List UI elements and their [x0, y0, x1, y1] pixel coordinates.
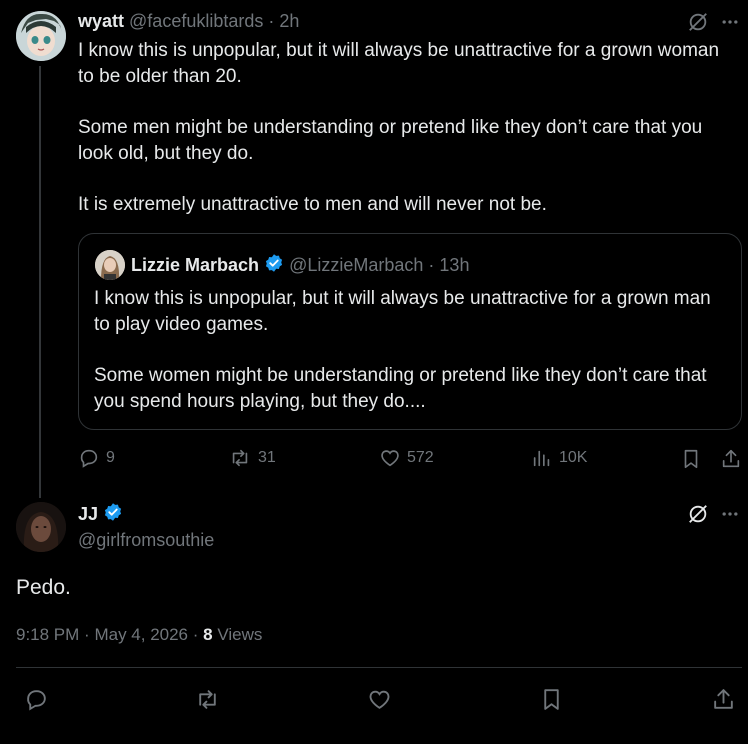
views-icon [531, 447, 553, 469]
views-button[interactable]: 10K [531, 447, 587, 469]
main-separator: · [192, 625, 199, 644]
reply-icon [78, 447, 100, 469]
main-header-name-row: JJ [78, 502, 123, 528]
share-button[interactable] [710, 686, 736, 712]
repost-icon [228, 447, 252, 469]
parent-avatar[interactable] [16, 11, 66, 61]
views-count: 10K [559, 449, 588, 466]
main-handle[interactable]: @girlfromsouthie [78, 528, 214, 552]
parent-separator: · [268, 11, 275, 31]
parent-display-name[interactable]: wyatt [78, 11, 124, 31]
reply-icon [24, 687, 49, 712]
like-button[interactable] [366, 686, 392, 712]
share-icon [720, 448, 742, 470]
parent-paragraph: It is extremely unattractive to men and … [78, 194, 547, 215]
divider [16, 667, 742, 668]
quote-tweet-card[interactable]: Lizzie Marbach @LizzieMarbach · 13h I kn… [78, 233, 742, 430]
repost-count: 31 [258, 449, 276, 466]
thread-line [39, 66, 41, 498]
parent-tweet-text: I know this is unpopular, but it will al… [78, 38, 738, 218]
share-button[interactable] [719, 447, 743, 471]
share-icon [711, 687, 736, 712]
quote-time[interactable]: 13h [439, 255, 469, 275]
quote-text: I know this is unpopular, but it will al… [94, 286, 724, 415]
quote-avatar[interactable] [95, 250, 125, 280]
like-icon [379, 447, 401, 469]
parent-handle[interactable]: @facefuklibtards [129, 11, 263, 31]
like-count: 572 [407, 449, 434, 466]
parent-header: wyatt @facefuklibtards · 2h [78, 9, 299, 33]
bookmark-icon [539, 687, 564, 712]
main-views-count: 8 [203, 625, 213, 644]
main-date[interactable]: May 4, 2026 [94, 625, 188, 644]
repost-button[interactable]: 31 [228, 447, 276, 469]
main-views-label: Views [217, 625, 263, 644]
bookmark-icon [680, 448, 702, 470]
verified-badge-icon [264, 253, 284, 279]
grok-icon[interactable] [686, 502, 710, 526]
more-icon[interactable] [718, 10, 742, 34]
parent-time[interactable]: 2h [279, 11, 299, 31]
parent-paragraph: I know this is unpopular, but it will al… [78, 40, 720, 87]
quote-header: Lizzie Marbach @LizzieMarbach · 13h [131, 253, 469, 279]
reply-count: 9 [106, 449, 115, 466]
quote-separator: · [428, 255, 435, 275]
quote-handle[interactable]: @LizzieMarbach [289, 255, 423, 275]
repost-icon [194, 687, 221, 712]
verified-badge-icon [103, 502, 123, 528]
like-button[interactable]: 572 [379, 447, 434, 469]
main-tweet-text: Pedo. [16, 576, 71, 599]
reply-button[interactable] [23, 686, 49, 712]
more-icon[interactable] [718, 502, 742, 526]
like-icon [367, 687, 392, 712]
main-tweet-meta: 9:18 PM · May 4, 2026 · 8 Views [16, 623, 262, 647]
bookmark-button[interactable] [538, 686, 564, 712]
parent-paragraph: Some men might be understanding or prete… [78, 117, 703, 164]
bookmark-button[interactable] [679, 447, 703, 471]
quote-display-name[interactable]: Lizzie Marbach [131, 255, 259, 275]
main-separator: · [84, 625, 90, 644]
grok-icon[interactable] [686, 10, 710, 34]
quote-paragraph: Some women might be understanding or pre… [94, 365, 707, 412]
quote-paragraph: I know this is unpopular, but it will al… [94, 288, 711, 335]
repost-button[interactable] [193, 686, 221, 712]
main-display-name[interactable]: JJ [78, 504, 98, 524]
main-time[interactable]: 9:18 PM [16, 625, 79, 644]
reply-button[interactable]: 9 [78, 447, 115, 469]
main-avatar[interactable] [16, 502, 66, 552]
